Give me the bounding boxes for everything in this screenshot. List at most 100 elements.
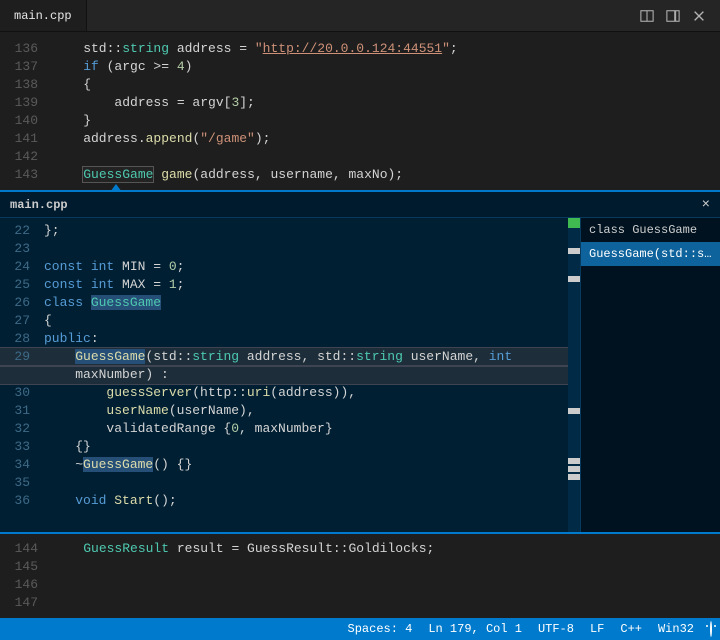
feedback-icon[interactable] [710, 622, 712, 636]
code-content[interactable]: {} [44, 438, 568, 456]
peek-reference-item[interactable]: GuessGame(std::str… [581, 242, 720, 266]
code-line[interactable]: 36 void Start(); [0, 492, 568, 510]
editor-bottom[interactable]: 144 GuessResult result = GuessResult::Go… [0, 534, 720, 614]
code-line[interactable]: 146 [0, 576, 720, 594]
ruler-mark [568, 408, 580, 414]
code-content[interactable]: const int MIN = 0; [44, 258, 568, 276]
line-number: 33 [0, 438, 44, 456]
line-number: 27 [0, 312, 44, 330]
code-content[interactable]: address = argv[3]; [52, 94, 720, 112]
code-line[interactable]: 138 { [0, 76, 720, 94]
code-line[interactable]: 34 ~GuessGame() {} [0, 456, 568, 474]
peek-title: main.cpp [10, 198, 68, 212]
line-number: 22 [0, 222, 44, 240]
code-content[interactable]: validatedRange {0, maxNumber} [44, 420, 568, 438]
code-line[interactable]: 27{ [0, 312, 568, 330]
code-line[interactable]: 24const int MIN = 0; [0, 258, 568, 276]
status-language[interactable]: C++ [620, 622, 642, 636]
peek-reference-item[interactable]: class GuessGame [581, 218, 720, 242]
line-number: 140 [0, 112, 52, 130]
code-line[interactable]: 145 [0, 558, 720, 576]
code-line[interactable]: 140 } [0, 112, 720, 130]
code-content[interactable]: }; [44, 222, 568, 240]
code-content[interactable]: const int MAX = 1; [44, 276, 568, 294]
peek-close-icon[interactable]: × [702, 197, 710, 213]
code-line[interactable]: 147 [0, 594, 720, 612]
code-line[interactable]: 30 guessServer(http::uri(address)), [0, 384, 568, 402]
peek-view: main.cpp × 22};2324const int MIN = 0;25c… [0, 190, 720, 534]
code-content[interactable]: GuessGame game(address, username, maxNo)… [52, 166, 720, 184]
code-line[interactable]: 26class GuessGame [0, 294, 568, 312]
code-content[interactable]: GuessResult result = GuessResult::Goldil… [52, 540, 720, 558]
line-number: 141 [0, 130, 52, 148]
line-number: 147 [0, 594, 52, 612]
status-spaces[interactable]: Spaces: 4 [348, 622, 413, 636]
editor-top[interactable]: 136 std::string address = "http://20.0.0… [0, 32, 720, 190]
status-bar: Spaces: 4 Ln 179, Col 1 UTF-8 LF C++ Win… [0, 618, 720, 640]
status-target[interactable]: Win32 [658, 622, 694, 636]
code-line[interactable]: 35 [0, 474, 568, 492]
code-line[interactable]: 142 [0, 148, 720, 166]
split-editor-icon[interactable] [640, 9, 654, 23]
code-line[interactable]: 23 [0, 240, 568, 258]
code-content[interactable]: public: [44, 330, 568, 348]
status-cursor-pos[interactable]: Ln 179, Col 1 [428, 622, 522, 636]
code-content[interactable]: class GuessGame [44, 294, 568, 312]
line-number: 31 [0, 402, 44, 420]
line-number: 28 [0, 330, 44, 348]
line-number: 29 [0, 348, 44, 366]
tab-label: main.cpp [14, 9, 72, 23]
line-number: 142 [0, 148, 52, 166]
line-number: 137 [0, 58, 52, 76]
peek-pointer-icon [110, 184, 122, 192]
code-line[interactable]: 31 userName(userName), [0, 402, 568, 420]
code-line[interactable]: 136 std::string address = "http://20.0.0… [0, 40, 720, 58]
line-number: 144 [0, 540, 52, 558]
line-number: 34 [0, 456, 44, 474]
code-content[interactable]: guessServer(http::uri(address)), [44, 384, 568, 402]
line-number: 23 [0, 240, 44, 258]
ruler-mark [568, 276, 580, 282]
line-number: 138 [0, 76, 52, 94]
code-content[interactable]: GuessGame(std::string address, std::stri… [44, 348, 568, 366]
line-number: 25 [0, 276, 44, 294]
code-line[interactable]: 139 address = argv[3]; [0, 94, 720, 112]
code-content[interactable]: userName(userName), [44, 402, 568, 420]
status-encoding[interactable]: UTF-8 [538, 622, 574, 636]
code-content[interactable]: if (argc >= 4) [52, 58, 720, 76]
ruler-mark [568, 474, 580, 480]
line-number: 26 [0, 294, 44, 312]
close-icon[interactable] [692, 9, 706, 23]
code-content[interactable]: maxNumber) : [44, 366, 568, 384]
code-content[interactable]: std::string address = "http://20.0.0.124… [52, 40, 720, 58]
line-number: 145 [0, 558, 52, 576]
code-line[interactable]: 33 {} [0, 438, 568, 456]
code-line[interactable]: 32 validatedRange {0, maxNumber} [0, 420, 568, 438]
code-line[interactable]: 137 if (argc >= 4) [0, 58, 720, 76]
ruler-mark [568, 248, 580, 254]
code-line[interactable]: 144 GuessResult result = GuessResult::Go… [0, 540, 720, 558]
editor-toolbar [626, 0, 720, 31]
ruler-mark [568, 466, 580, 472]
peek-overview-ruler[interactable] [568, 218, 580, 532]
code-content[interactable]: address.append("/game"); [52, 130, 720, 148]
code-line[interactable]: maxNumber) : [0, 366, 568, 384]
code-content[interactable]: ~GuessGame() {} [44, 456, 568, 474]
status-eol[interactable]: LF [590, 622, 604, 636]
code-content[interactable]: { [52, 76, 720, 94]
tab-main-cpp[interactable]: main.cpp [0, 0, 87, 31]
code-line[interactable]: 22}; [0, 222, 568, 240]
line-number: 139 [0, 94, 52, 112]
code-line[interactable]: 28public: [0, 330, 568, 348]
code-line[interactable]: 141 address.append("/game"); [0, 130, 720, 148]
code-content[interactable]: void Start(); [44, 492, 568, 510]
ruler-mark [568, 458, 580, 464]
peek-editor[interactable]: 22};2324const int MIN = 0;25const int MA… [0, 218, 568, 532]
code-line[interactable]: 29 GuessGame(std::string address, std::s… [0, 348, 568, 366]
code-line[interactable]: 25const int MAX = 1; [0, 276, 568, 294]
open-aside-icon[interactable] [666, 9, 680, 23]
code-content[interactable]: { [44, 312, 568, 330]
code-content[interactable]: } [52, 112, 720, 130]
code-line[interactable]: 143 GuessGame game(address, username, ma… [0, 166, 720, 184]
line-number: 143 [0, 166, 52, 184]
